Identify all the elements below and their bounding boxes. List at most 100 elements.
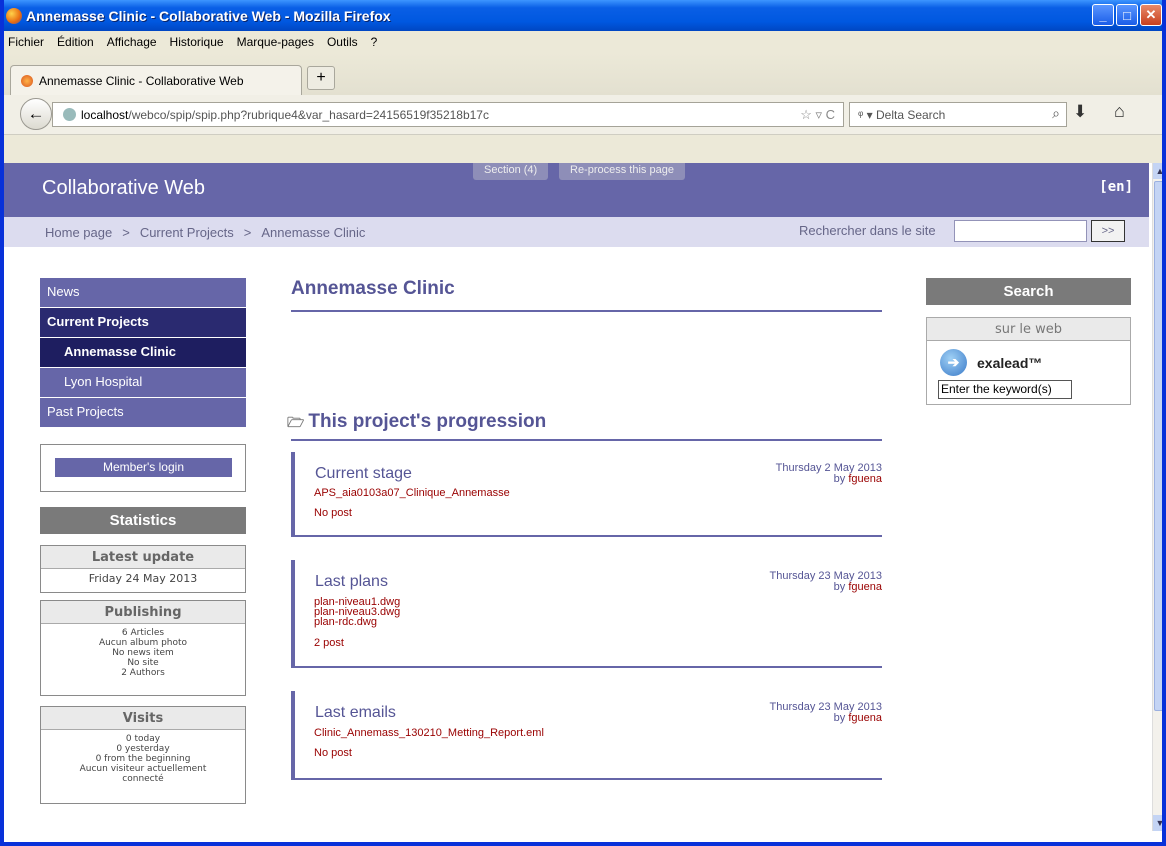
firefox-icon xyxy=(6,7,22,24)
browser-window: Annemasse Clinic - Collaborative Web - M… xyxy=(0,0,1166,846)
site-search-label: Rechercher dans le site xyxy=(799,223,936,238)
search-engine-icon[interactable]: ᵠ ▾ xyxy=(858,108,876,122)
vertical-scrollbar[interactable]: ▲ ▼ xyxy=(1152,163,1162,831)
progression-heading-text: This project's progression xyxy=(308,411,547,432)
menu-help[interactable]: ? xyxy=(371,35,378,49)
latest-update-value: Friday 24 May 2013 xyxy=(88,572,198,585)
download-icon[interactable]: ⬇ xyxy=(1073,102,1087,122)
visits-line: connecté xyxy=(122,774,164,784)
card-file-link[interactable]: plan-rdc.dwg xyxy=(314,617,377,628)
breadcrumb-separator: > xyxy=(243,224,252,240)
card-post-count[interactable]: No post xyxy=(314,747,352,759)
globe-icon xyxy=(63,108,76,121)
publishing-line: No site xyxy=(127,658,159,668)
reprocess-tab[interactable]: Re-process this page xyxy=(559,163,685,180)
scroll-thumb[interactable] xyxy=(1154,181,1162,711)
nav-item-news[interactable]: News xyxy=(40,278,246,308)
card-title[interactable]: Last plans xyxy=(315,573,388,591)
minimize-button[interactable]: _ xyxy=(1092,4,1114,26)
breadcrumb-home[interactable]: Home page xyxy=(45,225,112,240)
visits-line: 0 today xyxy=(125,734,161,744)
visits-heading: Visits xyxy=(41,707,245,730)
scroll-up-icon[interactable]: ▲ xyxy=(1153,163,1162,179)
login-box: Member's login xyxy=(40,444,246,492)
card-date: Thursday 23 May 2013 by fguena xyxy=(769,570,882,593)
bookmark-star-icon[interactable]: ☆ ▿ C xyxy=(800,107,835,123)
member-login-button[interactable]: Member's login xyxy=(55,458,232,477)
site-search-button[interactable]: >> xyxy=(1091,220,1125,242)
scroll-down-icon[interactable]: ▼ xyxy=(1153,815,1162,831)
page-title: Annemasse Clinic xyxy=(291,278,455,299)
progress-card-last-emails: Last emails Thursday 23 May 2013 by fguen… xyxy=(291,691,882,780)
search-placeholder: Delta Search xyxy=(875,107,946,122)
site-search-input[interactable] xyxy=(954,220,1087,242)
close-button[interactable]: ✕ xyxy=(1140,4,1162,26)
web-search-input[interactable]: ᵠ ▾ Delta Search ⌕ xyxy=(849,102,1067,127)
menu-edition[interactable]: Édition xyxy=(57,35,94,49)
card-author[interactable]: fguena xyxy=(848,581,882,593)
breadcrumb-annemasse-clinic[interactable]: Annemasse Clinic xyxy=(261,225,365,240)
bookmarks-toolbar xyxy=(4,135,1162,163)
site-header: Section (4) Re-process this page Collabo… xyxy=(4,163,1149,217)
card-post-count[interactable]: 2 post xyxy=(314,637,344,649)
visits-line: 0 yesterday xyxy=(116,744,170,754)
title-divider xyxy=(291,310,882,312)
breadcrumb-current-projects[interactable]: Current Projects xyxy=(140,225,234,240)
keyword-input[interactable]: Enter the keyword(s) xyxy=(938,380,1072,399)
back-button[interactable]: ← xyxy=(20,98,52,130)
nav-item-lyon-hospital[interactable]: Lyon Hospital xyxy=(40,368,246,398)
progress-card-current-stage: Current stage Thursday 2 May 2013 by fgue… xyxy=(291,452,882,537)
url-host: localhost xyxy=(81,107,129,122)
publishing-box: Publishing 6 Articles Aucun album photo … xyxy=(40,600,246,696)
menu-outils[interactable]: Outils xyxy=(327,35,358,49)
card-author[interactable]: fguena xyxy=(848,712,882,724)
breadcrumb-separator: > xyxy=(122,224,130,240)
card-title[interactable]: Current stage xyxy=(315,465,412,483)
search-icon[interactable]: ⌕ xyxy=(1052,105,1060,122)
menu-affichage[interactable]: Affichage xyxy=(107,35,157,49)
exalead-logo[interactable]: ➔ exalead™ xyxy=(940,349,1042,376)
web-search-box: sur le web ➔ exalead™ Enter the keyword(s… xyxy=(926,317,1131,405)
site-title[interactable]: Collaborative Web xyxy=(42,177,205,200)
menu-marque-pages[interactable]: Marque-pages xyxy=(237,35,314,49)
card-file-link[interactable]: Clinic_Annemass_130210_Metting_Report.em… xyxy=(314,728,544,739)
language-switch[interactable]: [en] xyxy=(1099,179,1133,195)
arrow-circle-icon: ➔ xyxy=(940,349,967,376)
tab-favicon-icon xyxy=(21,74,33,87)
title-bar: Annemasse Clinic - Collaborative Web - M… xyxy=(4,0,1162,31)
menu-bar: Fichier Édition Affichage Historique Mar… xyxy=(4,31,1162,53)
web-search-heading: sur le web xyxy=(927,318,1130,341)
publishing-line: 6 Articles xyxy=(121,628,165,638)
navigation-toolbar: ← localhost/webco/spip/spip.php?rubrique… xyxy=(4,95,1162,135)
nav-item-past-projects[interactable]: Past Projects xyxy=(40,398,246,428)
latest-update-box: Latest update Friday 24 May 2013 xyxy=(40,545,246,593)
menu-historique[interactable]: Historique xyxy=(170,35,224,49)
card-file-link[interactable]: APS_aia0103a07_Clinique_Annemasse xyxy=(314,488,510,499)
browser-tab[interactable]: Annemasse Clinic - Collaborative Web xyxy=(10,65,302,95)
web-page: Section (4) Re-process this page Collabo… xyxy=(4,163,1149,842)
exalead-brand: exalead™ xyxy=(977,354,1043,371)
menu-fichier[interactable]: Fichier xyxy=(8,35,44,49)
tab-label: Annemasse Clinic - Collaborative Web xyxy=(39,73,244,88)
card-post-count[interactable]: No post xyxy=(314,507,352,519)
maximize-button[interactable]: □ xyxy=(1116,4,1138,26)
progress-card-last-plans: Last plans Thursday 23 May 2013 by fguena… xyxy=(291,560,882,668)
main-content: Annemasse Clinic 🗁 This project's progres… xyxy=(287,278,882,780)
card-title[interactable]: Last emails xyxy=(315,704,396,722)
progression-divider xyxy=(291,439,882,441)
url-bar[interactable]: localhost/webco/spip/spip.php?rubrique4&… xyxy=(52,102,844,127)
latest-update-heading: Latest update xyxy=(41,546,245,569)
window-title: Annemasse Clinic - Collaborative Web - M… xyxy=(26,7,391,24)
home-icon[interactable]: ⌂ xyxy=(1114,101,1125,122)
statistics-heading: Statistics xyxy=(40,507,246,534)
card-author[interactable]: fguena xyxy=(848,473,882,485)
nav-item-current-projects[interactable]: Current Projects xyxy=(40,308,246,338)
publishing-line: 2 Authors xyxy=(121,668,165,678)
breadcrumb: Home page > Current Projects > Annemasse… xyxy=(4,217,1149,247)
section-tab[interactable]: Section (4) xyxy=(473,163,549,180)
nav-item-annemasse-clinic[interactable]: Annemasse Clinic xyxy=(40,338,246,368)
publishing-line: No news item xyxy=(112,648,174,658)
new-tab-button[interactable]: + xyxy=(307,66,335,90)
section-nav: News Current Projects Annemasse Clinic L… xyxy=(40,278,246,428)
url-path: /webco/spip/spip.php?rubrique4&var_hasar… xyxy=(128,107,489,122)
